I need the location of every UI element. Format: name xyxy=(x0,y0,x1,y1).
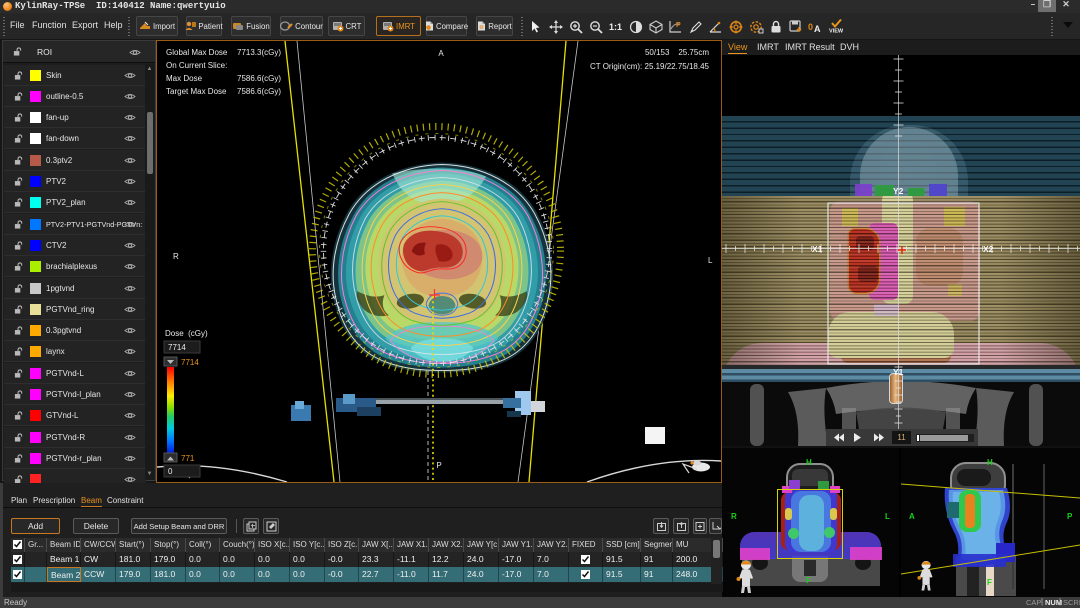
svg-text:Y2: Y2 xyxy=(893,186,904,196)
svg-text:Global Max Dose: Global Max Dose xyxy=(166,48,228,57)
svg-text:X2: X2 xyxy=(983,244,994,254)
svg-text:P: P xyxy=(676,22,681,29)
svg-text:R: R xyxy=(173,252,179,261)
svg-text:A: A xyxy=(814,24,821,34)
svg-text:Y1: Y1 xyxy=(893,367,904,377)
svg-text:L: L xyxy=(708,256,713,265)
svg-text:0: 0 xyxy=(168,467,173,476)
svg-text:Max Dose: Max Dose xyxy=(166,74,203,83)
svg-text:A: A xyxy=(438,49,444,58)
svg-text:50/153 25.75cm: 50/153 25.75cm xyxy=(645,48,709,57)
svg-text:771: 771 xyxy=(181,454,195,463)
svg-text:VIEW: VIEW xyxy=(829,29,844,35)
svg-text:7713.3(cGy): 7713.3(cGy) xyxy=(237,48,281,57)
svg-text:7714: 7714 xyxy=(168,343,186,352)
svg-text:0: 0 xyxy=(808,22,813,32)
svg-text:7586.6(cGy): 7586.6(cGy) xyxy=(237,74,281,83)
svg-text:7586.6(cGy): 7586.6(cGy) xyxy=(237,87,281,96)
svg-text:P: P xyxy=(436,461,441,470)
svg-text:Dose (cGy): Dose (cGy) xyxy=(165,329,208,338)
svg-text:CT Origin(cm): 25.19/22.75/18.: CT Origin(cm): 25.19/22.75/18.45 xyxy=(590,62,710,71)
svg-text:On Current Slice:: On Current Slice: xyxy=(166,61,227,70)
svg-text:X1: X1 xyxy=(812,244,823,254)
svg-text:7714: 7714 xyxy=(181,358,199,367)
svg-text:Target Max Dose: Target Max Dose xyxy=(166,87,227,96)
